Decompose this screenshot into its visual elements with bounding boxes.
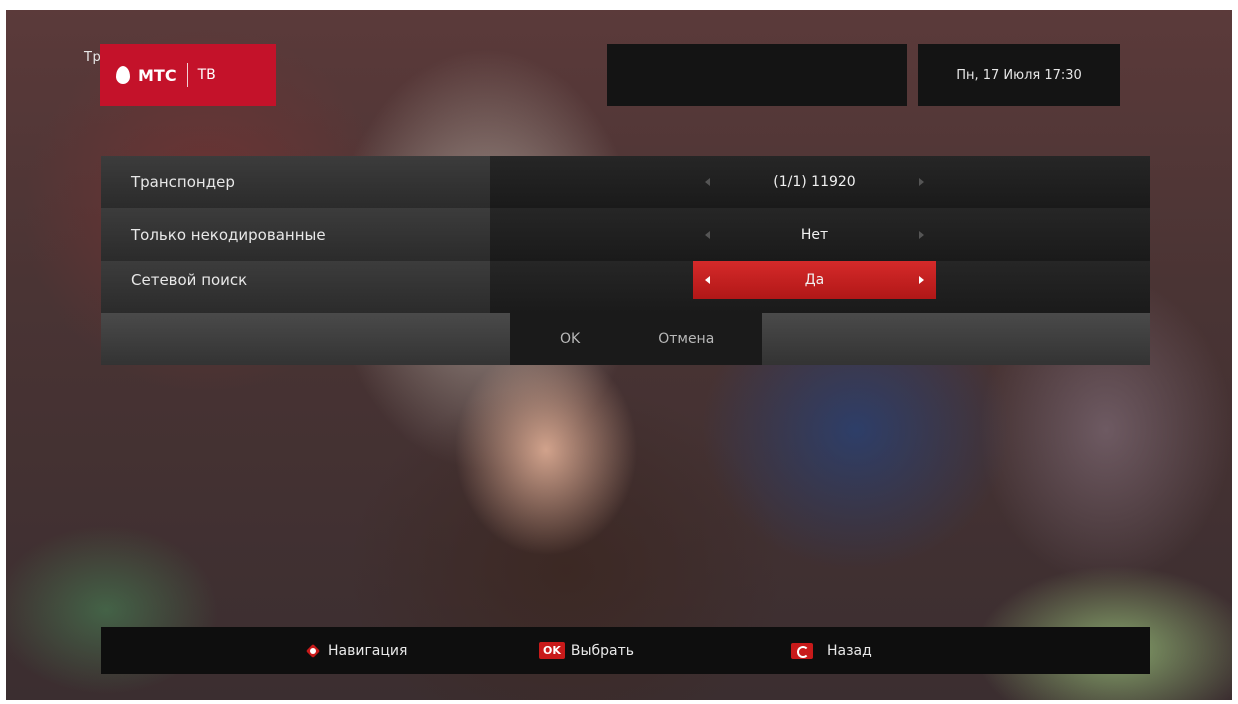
setting-value-cell: Да [490,261,1150,313]
network-search-selector[interactable]: Да [693,261,936,299]
setting-row-unencrypted-only[interactable]: Только некодированные Нет [101,208,1150,261]
setting-row-network-search[interactable]: Сетевой поиск Да [101,261,1150,313]
unencrypted-selector[interactable]: Нет [693,208,936,261]
hint-navigation-label: Навигация [328,642,408,659]
channel-info-box [607,44,907,106]
setting-value: Да [804,272,825,288]
arrow-right-icon[interactable] [919,178,924,186]
back-key-icon [791,642,813,659]
hint-select: OK Выбрать [539,627,634,674]
setting-value: Нет [800,226,829,243]
dialog-buttons-row: OK Отмена [101,313,1150,365]
setting-label: Только некодированные [101,208,490,261]
setting-label: Транспондер [101,156,490,208]
setting-value-cell: (1/1) 11920 [490,156,1150,208]
arrow-left-icon[interactable] [705,276,710,284]
setting-value-cell: Нет [490,208,1150,261]
setting-value: (1/1) 11920 [773,174,856,190]
mts-tv-logo: МТС ТВ [100,44,276,106]
logo-tv: ТВ [197,67,216,83]
datetime-text: Пн, 17 Июля 17:30 [956,67,1082,83]
arrow-left-icon[interactable] [705,230,710,239]
buttons-row-right [762,313,1150,365]
hint-navigation: Навигация [306,627,407,674]
hint-back-label: Назад [827,642,872,659]
cancel-button[interactable]: Отмена [658,331,714,347]
hint-select-label: Выбрать [570,642,635,659]
arrow-left-icon[interactable] [705,178,710,186]
arrow-right-icon[interactable] [919,230,924,239]
arrow-right-icon[interactable] [919,276,924,284]
mts-egg-icon [116,66,130,84]
datetime-box: Пн, 17 Июля 17:30 [918,44,1120,106]
hint-back: Назад [791,627,872,674]
search-settings-panel: Транспондер (1/1) 11920 Только некодиров… [101,156,1150,365]
transponder-selector[interactable]: (1/1) 11920 [693,156,936,208]
dpad-icon [306,644,320,658]
setting-label: Сетевой поиск [101,261,490,313]
key-hints-bar: Навигация OK Выбрать Назад [101,627,1150,674]
logo-divider [186,63,188,87]
setting-row-transponder[interactable]: Транспондер (1/1) 11920 [101,156,1150,208]
ok-button[interactable]: OK [560,331,580,347]
ok-key-icon: OK [539,642,565,659]
buttons-row-left [101,313,510,365]
buttons-group: OK Отмена [510,313,762,365]
logo-brand: МТС [138,65,177,85]
